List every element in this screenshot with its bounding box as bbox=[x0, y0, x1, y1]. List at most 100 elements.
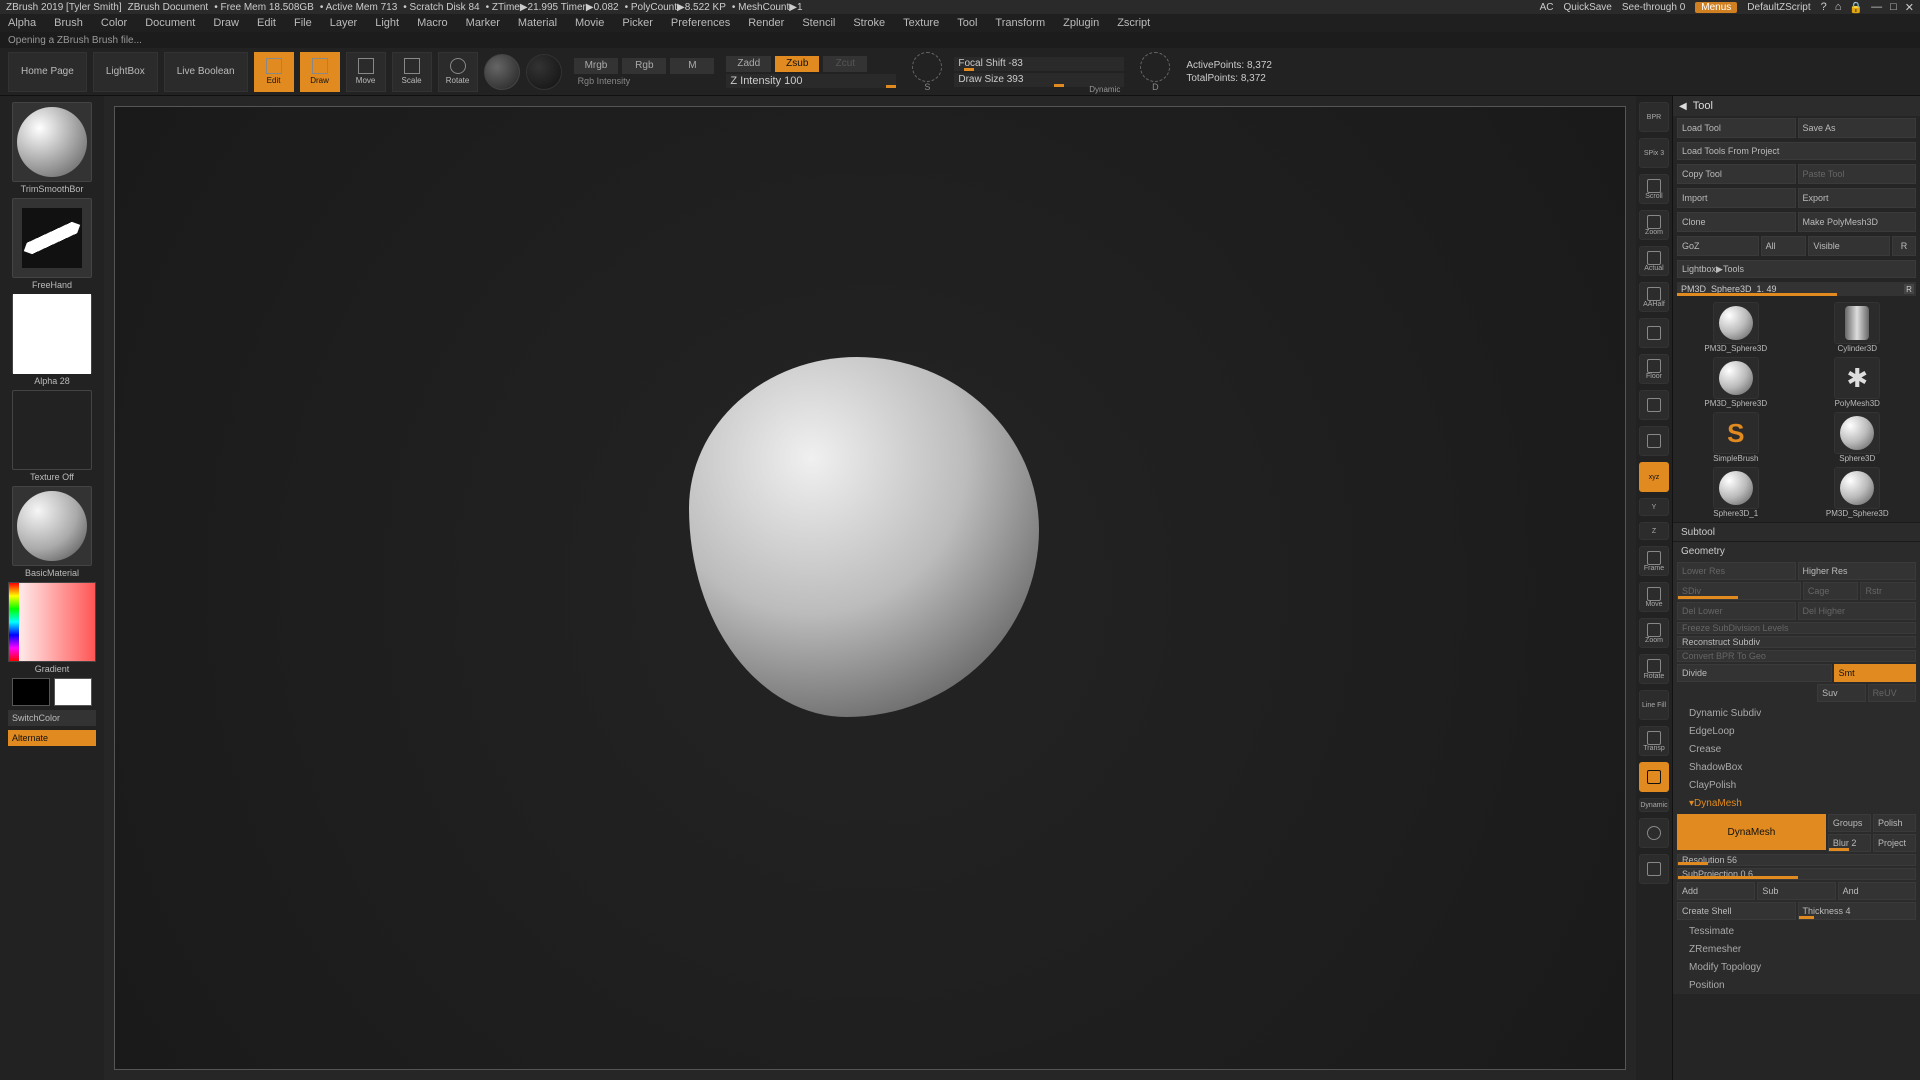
brush-thumb[interactable]: TrimSmoothBor bbox=[10, 102, 94, 194]
save-as-button[interactable]: Save As bbox=[1798, 118, 1917, 138]
menu-edit[interactable]: Edit bbox=[257, 17, 276, 29]
subprojection-slider[interactable]: SubProjection 0.6 bbox=[1677, 868, 1916, 880]
local-button[interactable] bbox=[1639, 390, 1669, 420]
solo-button[interactable] bbox=[1639, 818, 1669, 848]
crease-section[interactable]: Crease bbox=[1673, 740, 1920, 758]
home-page-button[interactable]: Home Page bbox=[8, 52, 87, 92]
swatch-white[interactable] bbox=[54, 678, 92, 706]
stroke-thumb[interactable]: FreeHand bbox=[10, 198, 94, 290]
r-toggle[interactable]: R bbox=[1904, 284, 1914, 294]
tool-cell-0[interactable]: PM3D_Sphere3D bbox=[1677, 302, 1795, 353]
alternate-button[interactable]: Alternate bbox=[8, 730, 96, 746]
menu-alpha[interactable]: Alpha bbox=[8, 17, 36, 29]
focal-shift-slider[interactable]: Focal Shift -83 bbox=[954, 57, 1124, 71]
reconstruct-button[interactable]: Reconstruct Subdiv bbox=[1677, 636, 1916, 648]
y-axis-button[interactable]: Y bbox=[1639, 498, 1669, 516]
load-tool-button[interactable]: Load Tool bbox=[1677, 118, 1796, 138]
rstr-button[interactable]: Rstr bbox=[1860, 582, 1916, 600]
rotate-view-button[interactable]: Rotate bbox=[1639, 654, 1669, 684]
dynamesh-button[interactable]: DynaMesh bbox=[1677, 814, 1826, 850]
del-lower-button[interactable]: Del Lower bbox=[1677, 602, 1796, 620]
menu-draw[interactable]: Draw bbox=[213, 17, 239, 29]
all-button[interactable]: All bbox=[1761, 236, 1807, 256]
minimize-icon[interactable]: — bbox=[1871, 1, 1882, 14]
r-button[interactable]: R bbox=[1892, 236, 1916, 256]
menu-stencil[interactable]: Stencil bbox=[802, 17, 835, 29]
rotate-mode-button[interactable]: Rotate bbox=[438, 52, 478, 92]
move-view-button[interactable]: Move bbox=[1639, 582, 1669, 612]
menu-light[interactable]: Light bbox=[375, 17, 399, 29]
menu-zplugin[interactable]: Zplugin bbox=[1063, 17, 1099, 29]
menu-transform[interactable]: Transform bbox=[995, 17, 1045, 29]
edgeloop-section[interactable]: EdgeLoop bbox=[1673, 722, 1920, 740]
tool-cell-6[interactable]: Sphere3D_1 bbox=[1677, 467, 1795, 518]
tool-cell-2[interactable]: PM3D_Sphere3D bbox=[1677, 357, 1795, 408]
zoom-button[interactable]: Zoom bbox=[1639, 210, 1669, 240]
polish-button[interactable]: Polish bbox=[1873, 814, 1916, 832]
higher-res-button[interactable]: Higher Res bbox=[1798, 562, 1917, 580]
convert-bpr-button[interactable]: Convert BPR To Geo bbox=[1677, 650, 1916, 662]
spix-button[interactable]: SPix 3 bbox=[1639, 138, 1669, 168]
menu-file[interactable]: File bbox=[294, 17, 312, 29]
reuv-button[interactable]: ReUV bbox=[1868, 684, 1916, 702]
quicksave-button[interactable]: QuickSave bbox=[1564, 2, 1612, 13]
menu-render[interactable]: Render bbox=[748, 17, 784, 29]
menu-material[interactable]: Material bbox=[518, 17, 557, 29]
import-button[interactable]: Import bbox=[1677, 188, 1796, 208]
live-boolean-button[interactable]: Live Boolean bbox=[164, 52, 248, 92]
scroll-button[interactable]: Scroll bbox=[1639, 174, 1669, 204]
tool-cell-5[interactable]: Sphere3D bbox=[1799, 412, 1917, 463]
freeze-subdiv-button[interactable]: Freeze SubDivision Levels bbox=[1677, 622, 1916, 634]
material-thumb[interactable]: BasicMaterial bbox=[10, 486, 94, 578]
lower-res-button[interactable]: Lower Res bbox=[1677, 562, 1796, 580]
gizmo-button[interactable] bbox=[1639, 762, 1669, 792]
menu-zscript[interactable]: Zscript bbox=[1117, 17, 1150, 29]
transp-button[interactable]: Transp bbox=[1639, 726, 1669, 756]
zsub-button[interactable]: Zsub bbox=[775, 56, 819, 72]
polyframe-button[interactable] bbox=[1639, 854, 1669, 884]
lock-icon[interactable]: 🔒 bbox=[1849, 1, 1863, 14]
scale-mode-button[interactable]: Scale bbox=[392, 52, 432, 92]
zcut-button[interactable]: Zcut bbox=[823, 56, 867, 72]
menu-tool[interactable]: Tool bbox=[957, 17, 977, 29]
draw-size-slider[interactable]: Draw Size 393Dynamic bbox=[954, 73, 1124, 87]
resolution-slider[interactable]: Resolution 56 bbox=[1677, 854, 1916, 866]
export-button[interactable]: Export bbox=[1798, 188, 1917, 208]
linefill-button[interactable]: Line Fill bbox=[1639, 690, 1669, 720]
tessimate-section[interactable]: Tessimate bbox=[1673, 922, 1920, 940]
copy-tool-button[interactable]: Copy Tool bbox=[1677, 164, 1796, 184]
visible-button[interactable]: Visible bbox=[1808, 236, 1890, 256]
sphere-preview[interactable] bbox=[526, 54, 562, 90]
lightbox-button[interactable]: LightBox bbox=[93, 52, 158, 92]
smt-button[interactable]: Smt bbox=[1834, 664, 1916, 682]
z-intensity-slider[interactable]: Z Intensity 100 bbox=[726, 74, 896, 88]
texture-thumb[interactable]: Texture Off bbox=[10, 390, 94, 482]
menu-color[interactable]: Color bbox=[101, 17, 127, 29]
modify-topology-section[interactable]: Modify Topology bbox=[1673, 958, 1920, 976]
seethrough-slider[interactable]: See-through 0 bbox=[1622, 2, 1685, 13]
zoom-view-button[interactable]: Zoom bbox=[1639, 618, 1669, 648]
claypolish-section[interactable]: ClayPolish bbox=[1673, 776, 1920, 794]
draw-mode-button[interactable]: Draw bbox=[300, 52, 340, 92]
load-project-button[interactable]: Load Tools From Project bbox=[1677, 142, 1916, 160]
make-polymesh-button[interactable]: Make PolyMesh3D bbox=[1798, 212, 1917, 232]
clone-button[interactable]: Clone bbox=[1677, 212, 1796, 232]
viewport[interactable] bbox=[114, 106, 1626, 1070]
lasso-button[interactable] bbox=[1639, 426, 1669, 456]
home-icon[interactable]: ⌂ bbox=[1835, 1, 1842, 14]
mrgb-button[interactable]: Mrgb bbox=[574, 58, 619, 74]
tool-cell-1[interactable]: Cylinder3D bbox=[1799, 302, 1917, 353]
tool-header[interactable]: ◀Tool bbox=[1673, 96, 1920, 116]
dynamesh-section[interactable]: ▾ DynaMesh bbox=[1673, 794, 1920, 812]
default-zscript[interactable]: DefaultZScript bbox=[1747, 2, 1810, 13]
blur-slider[interactable]: Blur 2 bbox=[1828, 834, 1871, 852]
menu-document[interactable]: Document bbox=[145, 17, 195, 29]
menu-stroke[interactable]: Stroke bbox=[853, 17, 885, 29]
subtool-section[interactable]: Subtool bbox=[1673, 523, 1920, 541]
move-mode-button[interactable]: Move bbox=[346, 52, 386, 92]
current-tool-slot[interactable]: PM3D_Sphere3D_1. 49R bbox=[1677, 282, 1916, 296]
menu-texture[interactable]: Texture bbox=[903, 17, 939, 29]
switch-color-button[interactable]: SwitchColor bbox=[8, 710, 96, 726]
dynamic-subdiv-section[interactable]: Dynamic Subdiv bbox=[1673, 704, 1920, 722]
shadowbox-section[interactable]: ShadowBox bbox=[1673, 758, 1920, 776]
